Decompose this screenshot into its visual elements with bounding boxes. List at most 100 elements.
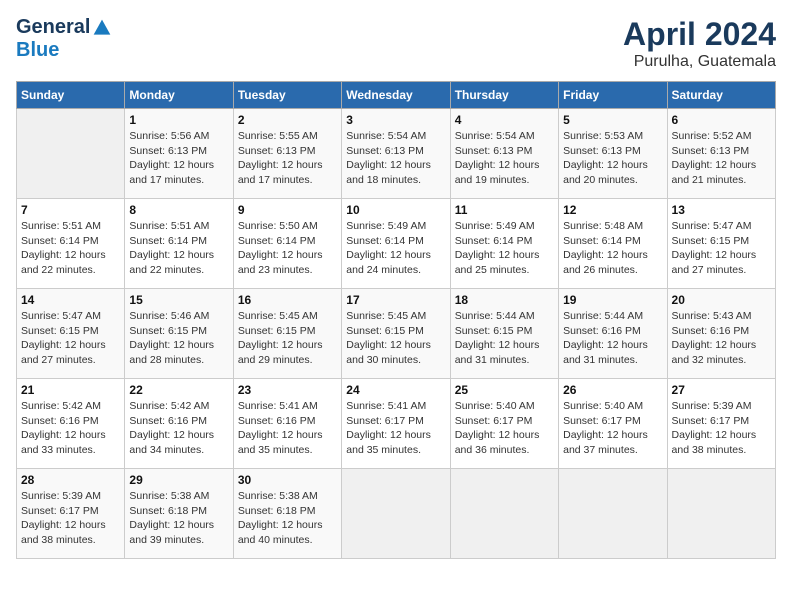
day-info: Sunrise: 5:45 AM Sunset: 6:15 PM Dayligh… [238,309,337,368]
weekday-header-sunday: Sunday [17,82,125,109]
day-info: Sunrise: 5:45 AM Sunset: 6:15 PM Dayligh… [346,309,445,368]
weekday-header-monday: Monday [125,82,233,109]
calendar-cell: 27 Sunrise: 5:39 AM Sunset: 6:17 PM Dayli… [667,379,775,469]
day-info: Sunrise: 5:47 AM Sunset: 6:15 PM Dayligh… [21,309,120,368]
day-info: Sunrise: 5:51 AM Sunset: 6:14 PM Dayligh… [129,219,228,278]
weekday-header-wednesday: Wednesday [342,82,450,109]
day-number: 16 [238,293,337,307]
day-info: Sunrise: 5:50 AM Sunset: 6:14 PM Dayligh… [238,219,337,278]
day-number: 6 [672,113,771,127]
day-info: Sunrise: 5:52 AM Sunset: 6:13 PM Dayligh… [672,129,771,188]
day-number: 17 [346,293,445,307]
day-info: Sunrise: 5:38 AM Sunset: 6:18 PM Dayligh… [129,489,228,548]
calendar-cell: 12 Sunrise: 5:48 AM Sunset: 6:14 PM Dayli… [559,199,667,289]
day-number: 12 [563,203,662,217]
calendar-cell: 20 Sunrise: 5:43 AM Sunset: 6:16 PM Dayli… [667,289,775,379]
day-number: 8 [129,203,228,217]
logo-blue-text: Blue [16,39,59,62]
calendar-cell: 17 Sunrise: 5:45 AM Sunset: 6:15 PM Dayli… [342,289,450,379]
logo-general-text: General [16,16,90,39]
weekday-header-thursday: Thursday [450,82,558,109]
day-info: Sunrise: 5:46 AM Sunset: 6:15 PM Dayligh… [129,309,228,368]
calendar-cell [450,469,558,559]
day-info: Sunrise: 5:51 AM Sunset: 6:14 PM Dayligh… [21,219,120,278]
day-number: 27 [672,383,771,397]
day-info: Sunrise: 5:39 AM Sunset: 6:17 PM Dayligh… [21,489,120,548]
day-info: Sunrise: 5:44 AM Sunset: 6:16 PM Dayligh… [563,309,662,368]
calendar-cell: 5Sunrise: 5:53 AM Sunset: 6:13 PM Daylig… [559,109,667,199]
day-number: 9 [238,203,337,217]
day-number: 14 [21,293,120,307]
calendar-cell: 22Sunrise: 5:42 AM Sunset: 6:16 PM Dayli… [125,379,233,469]
calendar-table: SundayMondayTuesdayWednesdayThursdayFrid… [16,81,776,559]
calendar-cell: 13Sunrise: 5:47 AM Sunset: 6:15 PM Dayli… [667,199,775,289]
calendar-cell: 26Sunrise: 5:40 AM Sunset: 6:17 PM Dayli… [559,379,667,469]
calendar-week-4: 21 Sunrise: 5:42 AM Sunset: 6:16 PM Dayli… [17,379,776,469]
calendar-cell: 15 Sunrise: 5:46 AM Sunset: 6:15 PM Dayli… [125,289,233,379]
day-info: Sunrise: 5:56 AM Sunset: 6:13 PM Dayligh… [129,129,228,188]
calendar-cell [667,469,775,559]
weekday-header-saturday: Saturday [667,82,775,109]
day-number: 29 [129,473,228,487]
day-number: 4 [455,113,554,127]
calendar-week-3: 14 Sunrise: 5:47 AM Sunset: 6:15 PM Dayli… [17,289,776,379]
logo-icon [92,18,112,38]
calendar-cell: 4 Sunrise: 5:54 AM Sunset: 6:13 PM Daylig… [450,109,558,199]
calendar-cell: 25 Sunrise: 5:40 AM Sunset: 6:17 PM Dayli… [450,379,558,469]
day-info: Sunrise: 5:54 AM Sunset: 6:13 PM Dayligh… [455,129,554,188]
day-info: Sunrise: 5:43 AM Sunset: 6:16 PM Dayligh… [672,309,771,368]
calendar-week-5: 28 Sunrise: 5:39 AM Sunset: 6:17 PM Dayli… [17,469,776,559]
day-number: 21 [21,383,120,397]
calendar-cell: 10Sunrise: 5:49 AM Sunset: 6:14 PM Dayli… [342,199,450,289]
calendar-cell [559,469,667,559]
day-info: Sunrise: 5:54 AM Sunset: 6:13 PM Dayligh… [346,129,445,188]
day-number: 20 [672,293,771,307]
calendar-cell: 9 Sunrise: 5:50 AM Sunset: 6:14 PM Daylig… [233,199,341,289]
calendar-cell: 11Sunrise: 5:49 AM Sunset: 6:14 PM Dayli… [450,199,558,289]
calendar-cell: 8 Sunrise: 5:51 AM Sunset: 6:14 PM Daylig… [125,199,233,289]
calendar-cell: 29 Sunrise: 5:38 AM Sunset: 6:18 PM Dayli… [125,469,233,559]
day-number: 28 [21,473,120,487]
calendar-cell: 18 Sunrise: 5:44 AM Sunset: 6:15 PM Dayli… [450,289,558,379]
calendar-cell [342,469,450,559]
calendar-week-2: 7 Sunrise: 5:51 AM Sunset: 6:14 PM Daylig… [17,199,776,289]
day-number: 23 [238,383,337,397]
page-header: General Blue April 2024 Purulha, Guatema… [16,16,776,71]
day-info: Sunrise: 5:40 AM Sunset: 6:17 PM Dayligh… [563,399,662,458]
day-info: Sunrise: 5:49 AM Sunset: 6:14 PM Dayligh… [346,219,445,278]
day-number: 7 [21,203,120,217]
title-area: April 2024 Purulha, Guatemala [623,16,776,71]
calendar-cell: 28 Sunrise: 5:39 AM Sunset: 6:17 PM Dayli… [17,469,125,559]
calendar-cell: 14 Sunrise: 5:47 AM Sunset: 6:15 PM Dayli… [17,289,125,379]
calendar-cell: 2Sunrise: 5:55 AM Sunset: 6:13 PM Daylig… [233,109,341,199]
calendar-cell: 21 Sunrise: 5:42 AM Sunset: 6:16 PM Dayli… [17,379,125,469]
logo: General Blue [16,16,112,62]
page-subtitle: Purulha, Guatemala [623,53,776,71]
day-number: 3 [346,113,445,127]
calendar-cell: 7 Sunrise: 5:51 AM Sunset: 6:14 PM Daylig… [17,199,125,289]
day-info: Sunrise: 5:39 AM Sunset: 6:17 PM Dayligh… [672,399,771,458]
day-info: Sunrise: 5:48 AM Sunset: 6:14 PM Dayligh… [563,219,662,278]
day-info: Sunrise: 5:44 AM Sunset: 6:15 PM Dayligh… [455,309,554,368]
calendar-cell: 1 Sunrise: 5:56 AM Sunset: 6:13 PM Daylig… [125,109,233,199]
day-info: Sunrise: 5:42 AM Sunset: 6:16 PM Dayligh… [21,399,120,458]
day-number: 5 [563,113,662,127]
day-info: Sunrise: 5:41 AM Sunset: 6:17 PM Dayligh… [346,399,445,458]
calendar-cell: 30Sunrise: 5:38 AM Sunset: 6:18 PM Dayli… [233,469,341,559]
day-number: 25 [455,383,554,397]
day-info: Sunrise: 5:41 AM Sunset: 6:16 PM Dayligh… [238,399,337,458]
calendar-week-1: 1 Sunrise: 5:56 AM Sunset: 6:13 PM Daylig… [17,109,776,199]
day-number: 1 [129,113,228,127]
calendar-cell: 24Sunrise: 5:41 AM Sunset: 6:17 PM Dayli… [342,379,450,469]
day-number: 18 [455,293,554,307]
day-info: Sunrise: 5:40 AM Sunset: 6:17 PM Dayligh… [455,399,554,458]
calendar-cell: 23 Sunrise: 5:41 AM Sunset: 6:16 PM Dayli… [233,379,341,469]
weekday-header-tuesday: Tuesday [233,82,341,109]
day-info: Sunrise: 5:47 AM Sunset: 6:15 PM Dayligh… [672,219,771,278]
page-title: April 2024 [623,16,776,53]
day-number: 15 [129,293,228,307]
weekday-header-friday: Friday [559,82,667,109]
day-number: 2 [238,113,337,127]
day-info: Sunrise: 5:42 AM Sunset: 6:16 PM Dayligh… [129,399,228,458]
calendar-cell: 16 Sunrise: 5:45 AM Sunset: 6:15 PM Dayli… [233,289,341,379]
